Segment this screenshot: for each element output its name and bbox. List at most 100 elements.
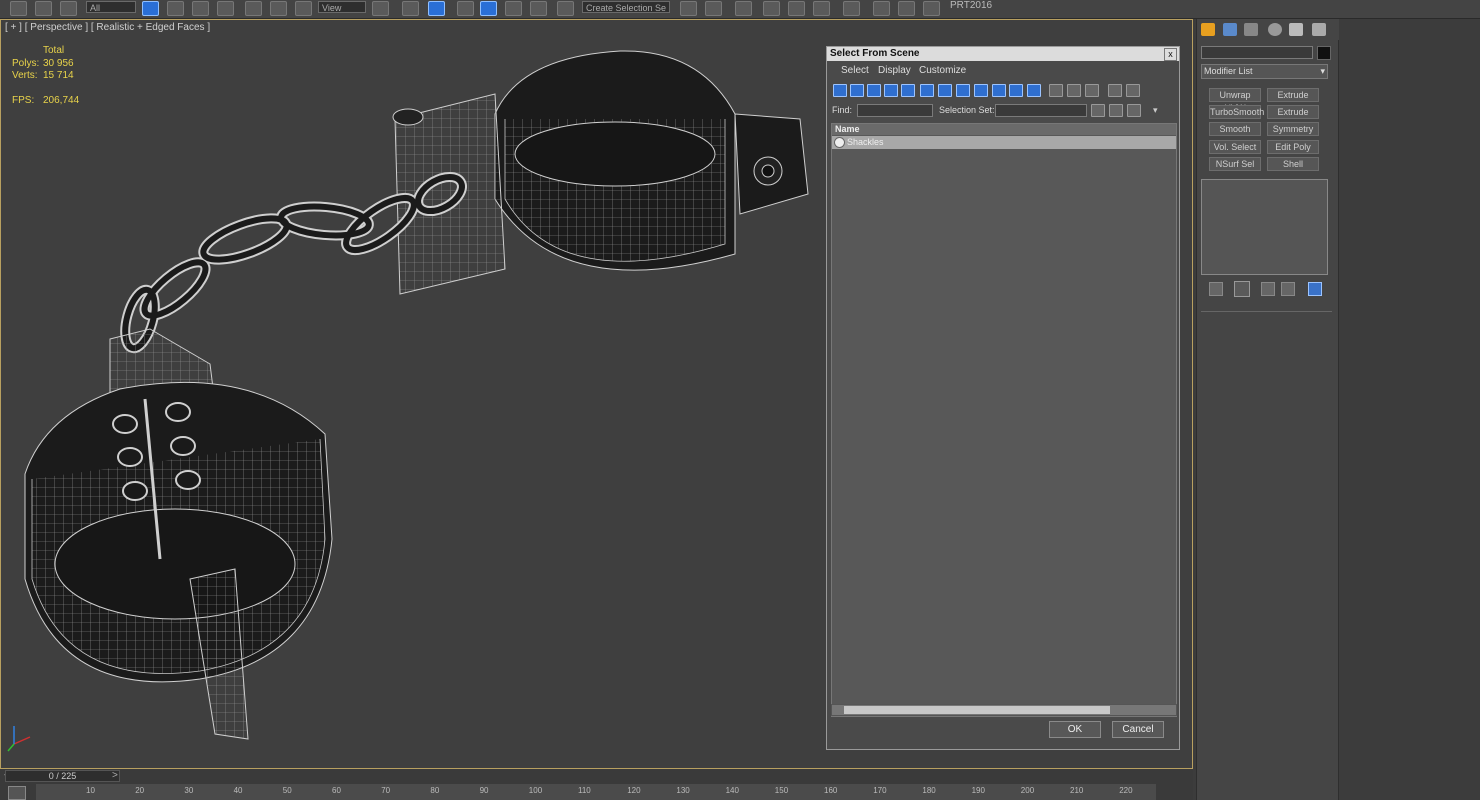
filter-options-icon[interactable] [1126,84,1140,97]
snaps-toggle-icon[interactable] [457,1,474,16]
timeline-tick-label: 20 [135,786,145,795]
angle-snap-icon[interactable] [480,1,497,16]
display-hidden-icon[interactable] [1027,84,1041,97]
find-label: Find: [832,105,853,115]
horizontal-scrollbar[interactable] [831,704,1177,716]
curve-editor-icon[interactable] [788,1,805,16]
create-selection-set-icon[interactable] [1091,104,1105,117]
render-setup-icon[interactable] [873,1,890,16]
rendered-frame-window-icon[interactable] [898,1,915,16]
named-selection-dropdown[interactable]: Create Selection Se [582,1,670,13]
time-slider[interactable]: 0 / 225 [5,770,120,782]
display-none-icon[interactable] [1067,84,1081,97]
display-helpers-icon[interactable] [901,84,915,97]
pin-stack-icon[interactable] [1209,282,1223,296]
window-crossing-icon[interactable] [217,1,234,16]
display-all-icon[interactable] [1049,84,1063,97]
toggle-ribbon-icon[interactable] [763,1,780,16]
object-color-swatch[interactable] [1317,46,1331,60]
nsurf-sel-button[interactable]: NSurf Sel [1209,157,1261,171]
shackles-model[interactable] [0,19,826,764]
configure-modifier-sets-icon[interactable] [1308,282,1322,296]
object-name-field[interactable] [1201,46,1313,59]
unwrap-uvw-button[interactable]: Unwrap UVW [1209,88,1261,113]
symmetry-button[interactable]: Symmetry [1267,122,1319,136]
reference-coordinate-dropdown[interactable]: View [318,1,366,13]
remove-modifier-icon[interactable] [1281,282,1295,296]
chevron-down-icon[interactable]: ▾ [1153,105,1158,116]
shell-button[interactable]: Shell [1267,157,1319,171]
menu-display[interactable]: Display [878,65,911,76]
modify-tab-icon[interactable] [1223,23,1237,36]
pivot-point-icon[interactable] [372,1,389,16]
display-groups-icon[interactable] [938,84,952,97]
show-end-result-icon[interactable] [1234,281,1250,297]
unlink-icon[interactable] [35,1,52,16]
edit-poly-button[interactable]: Edit Poly [1267,140,1319,154]
render-production-icon[interactable] [923,1,940,16]
turbosmooth-button[interactable]: TurboSmooth [1209,105,1264,119]
select-object-icon[interactable] [142,1,159,16]
align-icon[interactable] [705,1,722,16]
material-editor-icon[interactable] [843,1,860,16]
close-button[interactable]: x [1164,48,1177,61]
modifier-stack[interactable] [1201,179,1328,275]
find-input[interactable] [857,104,933,117]
menu-customize[interactable]: Customize [919,65,966,76]
vol-select-button[interactable]: Vol. Select [1209,140,1261,154]
display-space-warps-icon[interactable] [920,84,934,97]
mirror-icon[interactable] [680,1,697,16]
display-tab-icon[interactable] [1289,23,1303,36]
make-unique-icon[interactable] [1261,282,1275,296]
filter-icon[interactable] [1108,84,1122,97]
motion-tab-icon[interactable] [1268,23,1282,36]
cancel-button[interactable]: Cancel [1112,721,1164,738]
select-and-move-icon[interactable] [245,1,262,16]
select-by-name-icon[interactable] [167,1,184,16]
hierarchy-tab-icon[interactable] [1244,23,1258,36]
ok-button[interactable]: OK [1049,721,1101,738]
edit-named-selection-icon[interactable] [557,1,574,16]
list-item[interactable]: Shackles [832,136,1176,149]
smooth-button[interactable]: Smooth [1209,122,1261,136]
schematic-view-icon[interactable] [813,1,830,16]
keyboard-shortcut-override-icon[interactable] [428,1,445,16]
display-frozen-icon[interactable] [1009,84,1023,97]
display-cameras-icon[interactable] [884,84,898,97]
invert-display-icon[interactable] [1085,84,1099,97]
mini-curve-editor-icon[interactable] [8,786,26,800]
percent-snap-icon[interactable] [505,1,522,16]
select-and-scale-icon[interactable] [295,1,312,16]
right-cuff [392,50,809,295]
geometry-icon [834,137,845,148]
select-and-rotate-icon[interactable] [270,1,287,16]
display-containers-icon[interactable] [992,84,1006,97]
utilities-tab-icon[interactable] [1312,23,1326,36]
add-to-selection-set-icon[interactable] [1109,104,1123,117]
dialog-title[interactable]: Select From Scene [827,47,1179,61]
display-bones-icon[interactable] [974,84,988,97]
display-shapes-icon[interactable] [850,84,864,97]
modifier-list-dropdown[interactable]: Modifier List ▾ [1201,64,1328,79]
link-icon[interactable] [10,1,27,16]
layer-explorer-icon[interactable] [735,1,752,16]
remove-from-selection-set-icon[interactable] [1127,104,1141,117]
name-column-header[interactable]: Name [832,124,1176,135]
bind-space-warp-icon[interactable] [60,1,77,16]
timeline-ruler[interactable]: 10 20 30 40 50 60 70 80 90 100 110 120 130 140 150 160 1… [36,784,1156,800]
rectangular-selection-icon[interactable] [192,1,209,16]
display-lights-icon[interactable] [867,84,881,97]
extrude-button[interactable]: Extrude [1267,88,1319,102]
scrollbar-thumb[interactable] [844,706,1110,714]
selection-set-dropdown[interactable] [995,104,1087,117]
scene-object-list[interactable]: Name Shackles [831,123,1177,717]
extrude-button-2[interactable]: Extrude [1267,105,1319,119]
display-geometry-icon[interactable] [833,84,847,97]
spinner-snap-icon[interactable] [530,1,547,16]
display-xrefs-icon[interactable] [956,84,970,97]
menu-select[interactable]: Select [841,65,869,76]
next-frame-arrow-icon[interactable]: > [112,770,118,781]
selection-filter-dropdown[interactable]: All [86,1,136,13]
select-manipulate-icon[interactable] [402,1,419,16]
create-tab-icon[interactable] [1201,23,1215,36]
